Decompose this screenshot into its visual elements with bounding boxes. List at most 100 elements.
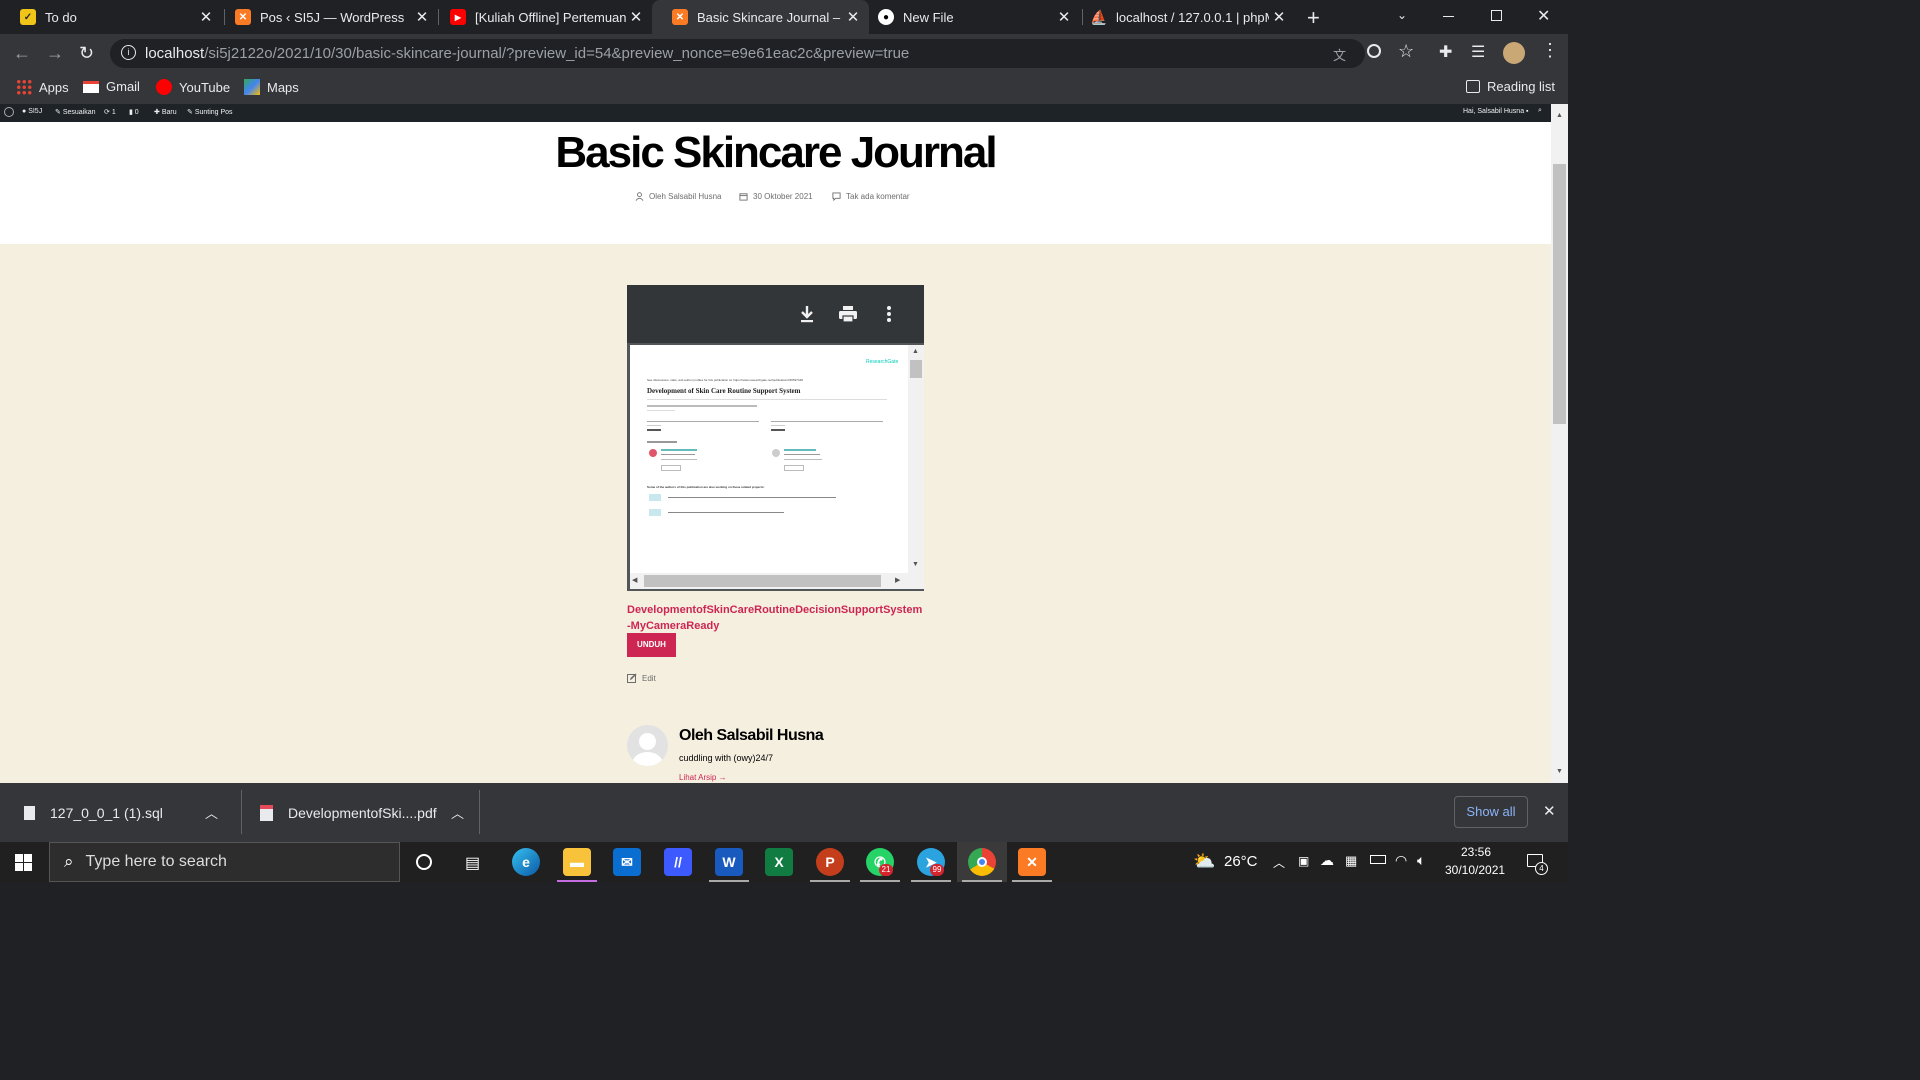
media-queue-icon[interactable]: ☰ xyxy=(1471,42,1485,62)
scroll-left-icon[interactable]: ◀ xyxy=(632,576,637,584)
temperature[interactable]: 26°C xyxy=(1224,853,1258,870)
post-author-meta[interactable]: Oleh Salsabil Husna xyxy=(635,192,721,201)
close-tab-icon[interactable]: ✕ xyxy=(412,8,432,26)
tab-search-icon[interactable]: ⌄ xyxy=(1397,8,1407,22)
bookmark-gmail[interactable]: Gmail xyxy=(83,79,140,94)
print-icon[interactable] xyxy=(838,305,858,323)
weather-icon[interactable]: ⛅ xyxy=(1193,851,1215,872)
page-scroll-thumb[interactable] xyxy=(1553,164,1566,424)
close-tab-icon[interactable]: ✕ xyxy=(196,8,216,26)
powerpoint-app-icon[interactable]: P xyxy=(816,848,844,876)
show-all-button[interactable]: Show all xyxy=(1454,796,1528,828)
pdf-horizontal-scroll-thumb[interactable] xyxy=(644,575,881,587)
excel-app-icon[interactable]: X xyxy=(765,848,793,876)
menu-icon[interactable]: ⋮ xyxy=(1541,40,1559,61)
task-view-icon[interactable]: ▤ xyxy=(465,853,480,873)
forward-arrow-icon[interactable]: → xyxy=(46,43,64,64)
post-comments-meta[interactable]: Tak ada komentar xyxy=(832,192,910,201)
reload-icon[interactable]: ↻ xyxy=(79,43,94,64)
wp-updates-link[interactable]: ⟳ 1 xyxy=(104,108,116,116)
volume-icon[interactable]: 🔈︎ xyxy=(1417,852,1425,869)
address-bar[interactable]: i localhost/si5j2122o/2021/10/30/basic-s… xyxy=(110,39,1365,68)
xampp-app-icon[interactable]: ✕ xyxy=(1018,848,1046,876)
meet-now-icon[interactable]: ▣ xyxy=(1298,854,1309,868)
wp-new-link[interactable]: ✚ Baru xyxy=(154,108,177,116)
pdf-divider xyxy=(647,421,759,422)
chevron-up-icon[interactable]: ︿ xyxy=(205,803,218,822)
tray-chevron-icon[interactable]: ︿ xyxy=(1273,854,1285,871)
download-item[interactable]: 127_0_0_1 (1).sql ︿ xyxy=(0,783,240,842)
pdf-vertical-scroll-thumb[interactable] xyxy=(910,360,922,378)
author-archive-link[interactable]: Lihat Arsip → xyxy=(679,773,727,782)
back-arrow-icon[interactable]: ← xyxy=(13,43,31,64)
pdf-vertical-scrollbar[interactable]: ▲ ▼ xyxy=(908,345,924,573)
vscode-or-code-icon[interactable]: // xyxy=(664,848,692,876)
edge-app-icon[interactable]: e xyxy=(512,848,540,876)
tab-youtube[interactable]: ▶ [Kuliah Offline] Pertemuan 3 ✕ xyxy=(430,0,652,34)
site-info-icon[interactable]: i xyxy=(121,45,136,60)
scroll-down-icon[interactable]: ▼ xyxy=(912,561,919,568)
scroll-down-icon[interactable]: ▼ xyxy=(1556,768,1563,775)
bookmark-maps[interactable]: Maps xyxy=(244,79,299,95)
pdf-file-icon xyxy=(260,804,273,821)
close-window-icon[interactable]: ✕ xyxy=(1537,6,1550,26)
extensions-icon[interactable]: ✚ xyxy=(1439,42,1452,62)
todo-icon: ✓ xyxy=(20,9,36,25)
pdf-horizontal-scrollbar[interactable]: ◀ ▶ xyxy=(630,573,924,589)
minimize-icon[interactable] xyxy=(1443,16,1454,17)
onedrive-icon[interactable]: ☁ xyxy=(1320,852,1334,869)
wp-site-link[interactable]: ● SI5J xyxy=(22,108,42,115)
clock-date[interactable]: 30/10/2021 xyxy=(1445,863,1505,877)
tab-new-file[interactable]: ● New File ✕ xyxy=(858,0,1080,34)
post-date-meta[interactable]: 30 Oktober 2021 xyxy=(739,192,813,201)
scroll-right-icon[interactable]: ▶ xyxy=(895,576,900,584)
tab-todo[interactable]: ✓ To do ✕ xyxy=(0,0,222,34)
mail-app-icon[interactable]: ✉ xyxy=(613,848,641,876)
bookmark-apps[interactable]: Apps xyxy=(16,79,69,95)
page-scrollbar[interactable]: ▲ ▼ xyxy=(1551,104,1568,783)
wp-account-link[interactable]: Hai, Salsabil Husna ▪ xyxy=(1463,108,1529,115)
wp-search-icon[interactable]: ⌕ xyxy=(1538,107,1542,115)
more-options-icon[interactable] xyxy=(886,305,892,323)
taskbar-search-box[interactable]: ⌕ Type here to search xyxy=(49,842,400,882)
restore-icon[interactable] xyxy=(1491,10,1502,21)
cortana-icon[interactable] xyxy=(416,854,432,870)
tab-basic-skincare[interactable]: ✕ Basic Skincare Journal – SI5J ✕ xyxy=(652,0,869,34)
wp-customize-link[interactable]: ✎ Sesuaikan xyxy=(55,108,96,116)
author-avatar[interactable] xyxy=(627,725,668,766)
clock-time[interactable]: 23:56 xyxy=(1461,845,1491,859)
download-icon[interactable] xyxy=(799,305,815,323)
windows-start-icon[interactable] xyxy=(15,854,32,871)
new-tab-button[interactable]: + xyxy=(1307,5,1320,31)
close-shelf-icon[interactable]: ✕ xyxy=(1543,802,1556,820)
tray-app-icon[interactable]: ▦ xyxy=(1345,853,1357,869)
wifi-icon[interactable]: ◠ xyxy=(1395,852,1407,869)
bookmark-star-icon[interactable]: ☆ xyxy=(1398,41,1414,62)
pdf-embed-viewer[interactable]: ResearchGate See discussions, stats, and… xyxy=(627,285,924,591)
reading-list-button[interactable]: Reading list xyxy=(1466,79,1555,94)
github-icon: ● xyxy=(878,9,894,25)
file-explorer-icon[interactable]: ▬ xyxy=(563,848,591,876)
download-button[interactable]: UNDUH xyxy=(627,633,676,657)
tab-wordpress[interactable]: ✕ Pos ‹ SI5J — WordPress ✕ xyxy=(215,0,438,34)
download-item[interactable]: DevelopmentofSki....pdf ︿ xyxy=(242,783,480,842)
scroll-up-icon[interactable]: ▲ xyxy=(912,348,919,355)
word-app-icon[interactable]: W xyxy=(715,848,743,876)
zoom-icon[interactable] xyxy=(1367,44,1381,58)
chevron-up-icon[interactable]: ︿ xyxy=(451,803,464,822)
scroll-up-icon[interactable]: ▲ xyxy=(1556,112,1563,119)
wordpress-logo-icon[interactable] xyxy=(4,107,14,117)
tab-phpmyadmin[interactable]: ⛵ localhost / 127.0.0.1 | phpMyAdmin ✕ xyxy=(1071,0,1295,34)
bookmark-youtube[interactable]: YouTube xyxy=(156,79,230,95)
wp-comments-link[interactable]: ▮ 0 xyxy=(129,108,139,116)
close-tab-icon[interactable]: ✕ xyxy=(1269,8,1289,26)
edit-post-link[interactable]: Edit xyxy=(627,673,656,683)
chrome-app-icon[interactable] xyxy=(968,848,996,876)
battery-icon[interactable] xyxy=(1370,855,1386,864)
translate-icon[interactable]: 文 xyxy=(1333,45,1346,64)
pdf-file-link[interactable]: DevelopmentofSkinCareRoutineDecisionSupp… xyxy=(627,602,924,634)
profile-avatar[interactable] xyxy=(1503,42,1525,64)
notification-count: 4 xyxy=(1535,862,1548,875)
wp-edit-post-link[interactable]: ✎ Sunting Pos xyxy=(187,108,233,116)
close-tab-icon[interactable]: ✕ xyxy=(626,8,646,26)
